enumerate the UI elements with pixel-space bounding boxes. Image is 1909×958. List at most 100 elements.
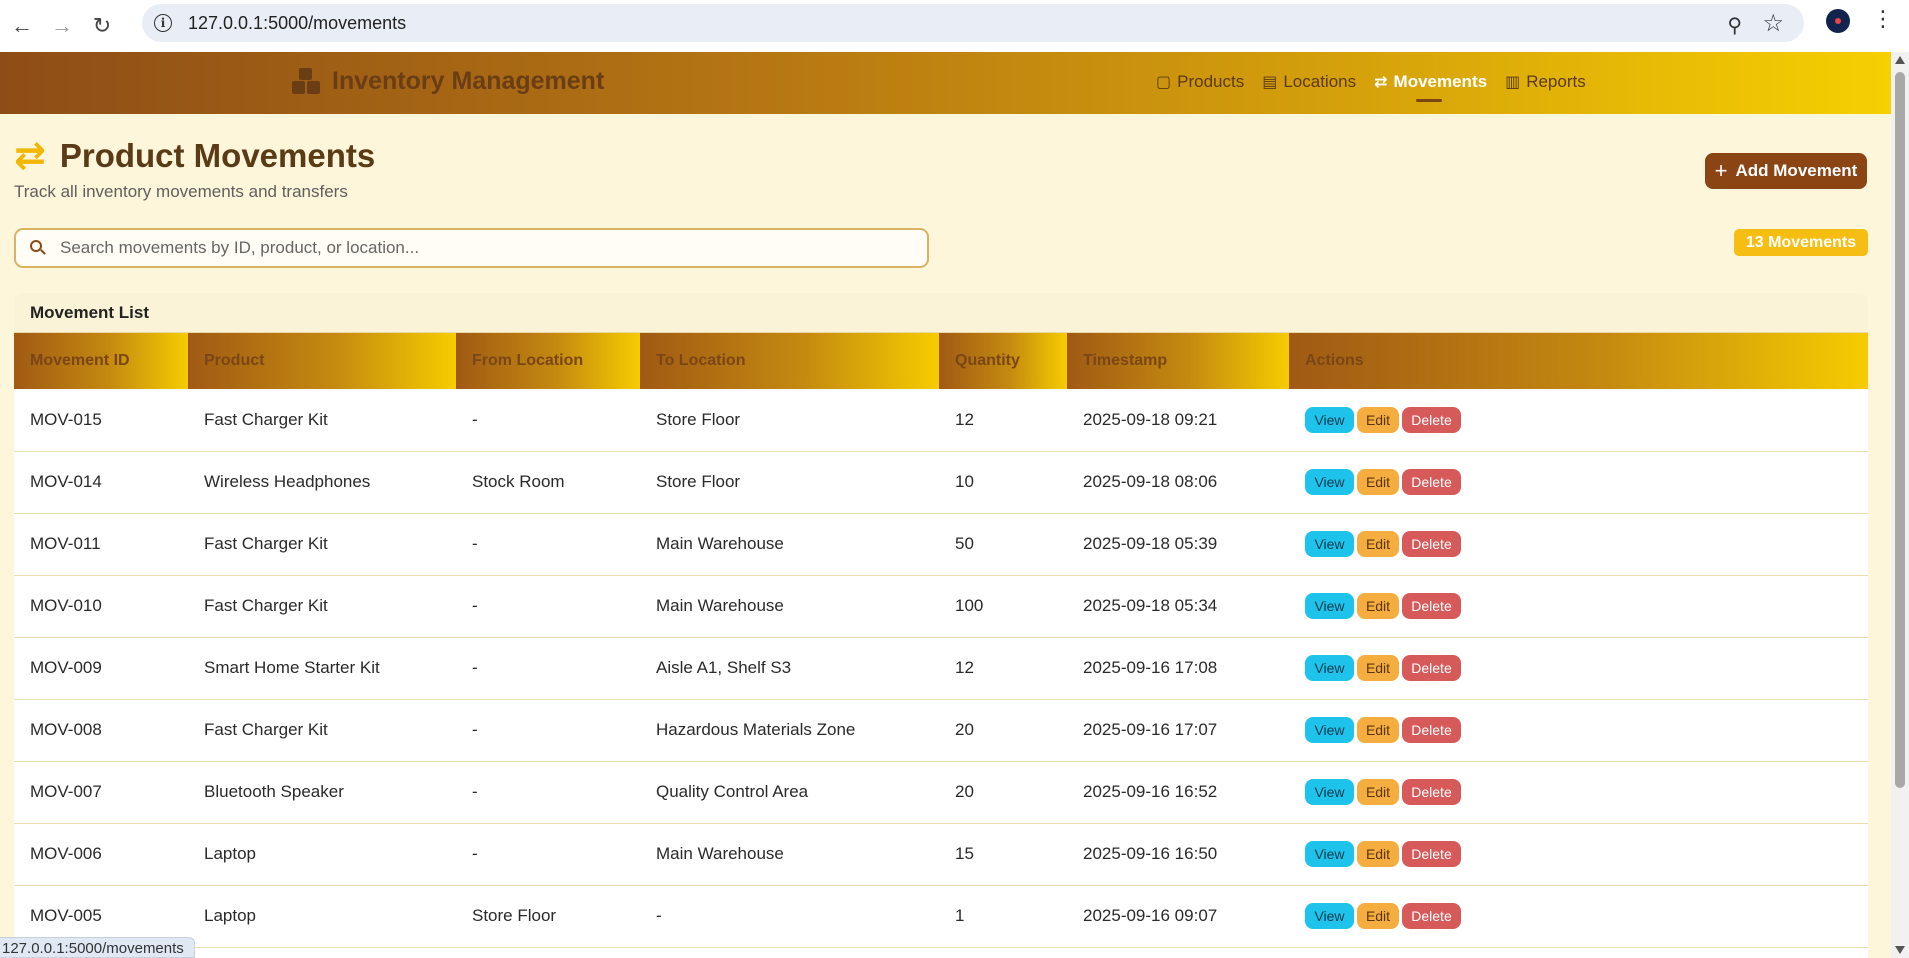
- view-button[interactable]: View: [1305, 779, 1354, 805]
- table-row: MOV-009 Smart Home Starter Kit - Aisle A1, …: [14, 637, 1868, 700]
- edit-button[interactable]: Edit: [1357, 655, 1399, 681]
- zoom-icon[interactable]: ⚲: [1727, 13, 1742, 38]
- reload-icon[interactable]: ↻: [84, 8, 120, 44]
- url-text[interactable]: 127.0.0.1:5000/movements: [188, 13, 406, 34]
- cell-product: Fast Charger Kit: [188, 575, 456, 638]
- view-button[interactable]: View: [1305, 841, 1354, 867]
- delete-button[interactable]: Delete: [1402, 406, 1461, 433]
- cell-from-location: -: [456, 637, 640, 700]
- edit-button[interactable]: Edit: [1357, 903, 1399, 929]
- view-button[interactable]: View: [1305, 717, 1354, 743]
- back-icon[interactable]: ←: [4, 8, 40, 44]
- scroll-down-icon[interactable]: [1895, 946, 1905, 954]
- cell-quantity: 20: [939, 761, 1067, 824]
- delete-button[interactable]: Delete: [1402, 717, 1461, 743]
- search-input[interactable]: [60, 238, 900, 258]
- cell-from-location: -: [456, 699, 640, 762]
- col-quantity[interactable]: Quantity: [939, 333, 1067, 389]
- status-bar-url: 127.0.0.1:5000/movements: [0, 937, 195, 958]
- col-product[interactable]: Product: [188, 333, 456, 389]
- delete-button[interactable]: Delete: [1402, 469, 1461, 495]
- edit-button[interactable]: Edit: [1357, 841, 1399, 867]
- view-button[interactable]: View: [1305, 469, 1354, 495]
- nav-products[interactable]: ▢ Products: [1156, 72, 1244, 92]
- cell-to-location: Aisle A1, Shelf S3: [640, 637, 939, 700]
- add-movement-button[interactable]: + Add Movement: [1705, 153, 1867, 189]
- delete-button[interactable]: Delete: [1402, 655, 1461, 681]
- delete-button[interactable]: Delete: [1402, 903, 1461, 929]
- active-indicator: [1416, 99, 1443, 102]
- exchange-icon: ⇄: [14, 135, 46, 177]
- nav-locations[interactable]: ▤ Locations: [1262, 72, 1356, 92]
- cell-timestamp: 2025-09-16 17:07: [1067, 699, 1289, 762]
- view-button[interactable]: View: [1305, 593, 1354, 619]
- cell-to-location: -: [640, 885, 939, 948]
- view-button[interactable]: View: [1305, 531, 1354, 557]
- browser-menu-icon[interactable]: ⋮: [1872, 8, 1894, 30]
- col-to-location[interactable]: To Location: [640, 333, 939, 389]
- cell-from-location: Store Floor: [456, 885, 640, 948]
- cell-timestamp: 2025-09-18 05:34: [1067, 575, 1289, 638]
- cell-from-location: Stock Room: [456, 451, 640, 514]
- delete-button[interactable]: Delete: [1402, 593, 1461, 619]
- cell-movement-id: MOV-007: [14, 761, 188, 824]
- delete-button[interactable]: Delete: [1402, 779, 1461, 805]
- scrollbar-thumb[interactable]: [1895, 72, 1905, 788]
- forward-icon[interactable]: →: [44, 8, 80, 44]
- cell-quantity: 10: [939, 451, 1067, 514]
- edit-button[interactable]: Edit: [1357, 469, 1399, 495]
- cell-movement-id: MOV-009: [14, 637, 188, 700]
- nav-reports-label: Reports: [1526, 72, 1586, 91]
- cell-timestamp: 2025-09-16 16:50: [1067, 823, 1289, 886]
- page-subtitle: Track all inventory movements and transf…: [14, 182, 348, 201]
- search-icon: [30, 240, 46, 256]
- search-box[interactable]: [14, 228, 929, 268]
- cell-from-location: -: [456, 513, 640, 576]
- table-row: MOV-005 Laptop Store Floor -1 2025-09-16 09:…: [14, 885, 1868, 948]
- nav-reports[interactable]: ▥ Reports: [1505, 72, 1586, 92]
- cell-actions: View Edit Delete: [1289, 451, 1868, 514]
- edit-button[interactable]: Edit: [1357, 717, 1399, 743]
- cell-timestamp: 2025-09-16 09:07: [1067, 885, 1289, 948]
- cell-quantity: 12: [939, 637, 1067, 700]
- cell-movement-id: MOV-015: [14, 389, 188, 452]
- nav-movements-label: Movements: [1393, 72, 1488, 91]
- cell-quantity: 50: [939, 513, 1067, 576]
- edit-button[interactable]: Edit: [1357, 531, 1399, 557]
- scroll-up-icon[interactable]: [1895, 56, 1905, 64]
- delete-button[interactable]: Delete: [1402, 531, 1461, 557]
- brand[interactable]: Inventory Management: [292, 67, 604, 96]
- cell-quantity: 20: [939, 699, 1067, 762]
- cell-from-location: -: [456, 389, 640, 452]
- vertical-scrollbar[interactable]: [1891, 52, 1909, 958]
- exchange-icon: ⇄: [1374, 74, 1388, 91]
- nav-movements[interactable]: ⇄ Movements: [1374, 72, 1488, 102]
- cell-movement-id: MOV-011: [14, 513, 188, 576]
- bookmark-star-icon[interactable]: ☆: [1762, 9, 1784, 38]
- site-info-icon[interactable]: i: [154, 14, 172, 32]
- cell-from-location: -: [456, 761, 640, 824]
- cell-quantity: 1: [939, 885, 1067, 948]
- warehouse-icon: ▤: [1262, 74, 1278, 91]
- movement-list-card: Movement List Movement ID Product From L…: [14, 293, 1868, 958]
- cell-quantity: 100: [939, 575, 1067, 638]
- cell-timestamp: 2025-09-18 08:06: [1067, 451, 1289, 514]
- cell-to-location: Main Warehouse: [640, 823, 939, 886]
- cell-actions: View Edit Delete: [1289, 885, 1868, 948]
- view-button[interactable]: View: [1305, 903, 1354, 929]
- edit-button[interactable]: Edit: [1357, 406, 1399, 433]
- cell-actions: View Edit Delete: [1289, 761, 1868, 824]
- edit-button[interactable]: Edit: [1357, 593, 1399, 619]
- edit-button[interactable]: Edit: [1357, 779, 1399, 805]
- col-timestamp[interactable]: Timestamp: [1067, 333, 1289, 389]
- col-from-location[interactable]: From Location: [456, 333, 640, 389]
- col-movement-id[interactable]: Movement ID: [14, 333, 188, 389]
- view-button[interactable]: View: [1305, 406, 1354, 433]
- view-button[interactable]: View: [1305, 655, 1354, 681]
- delete-button[interactable]: Delete: [1402, 841, 1461, 867]
- profile-avatar[interactable]: [1826, 9, 1850, 33]
- cell-to-location: Store Floor: [640, 389, 939, 452]
- table-row: MOV-006 Laptop - Main Warehouse 15 2025-09-16…: [14, 823, 1868, 886]
- address-bar[interactable]: i 127.0.0.1:5000/movements ⚲ ☆: [142, 4, 1804, 42]
- cell-actions: View Edit Delete: [1289, 699, 1868, 762]
